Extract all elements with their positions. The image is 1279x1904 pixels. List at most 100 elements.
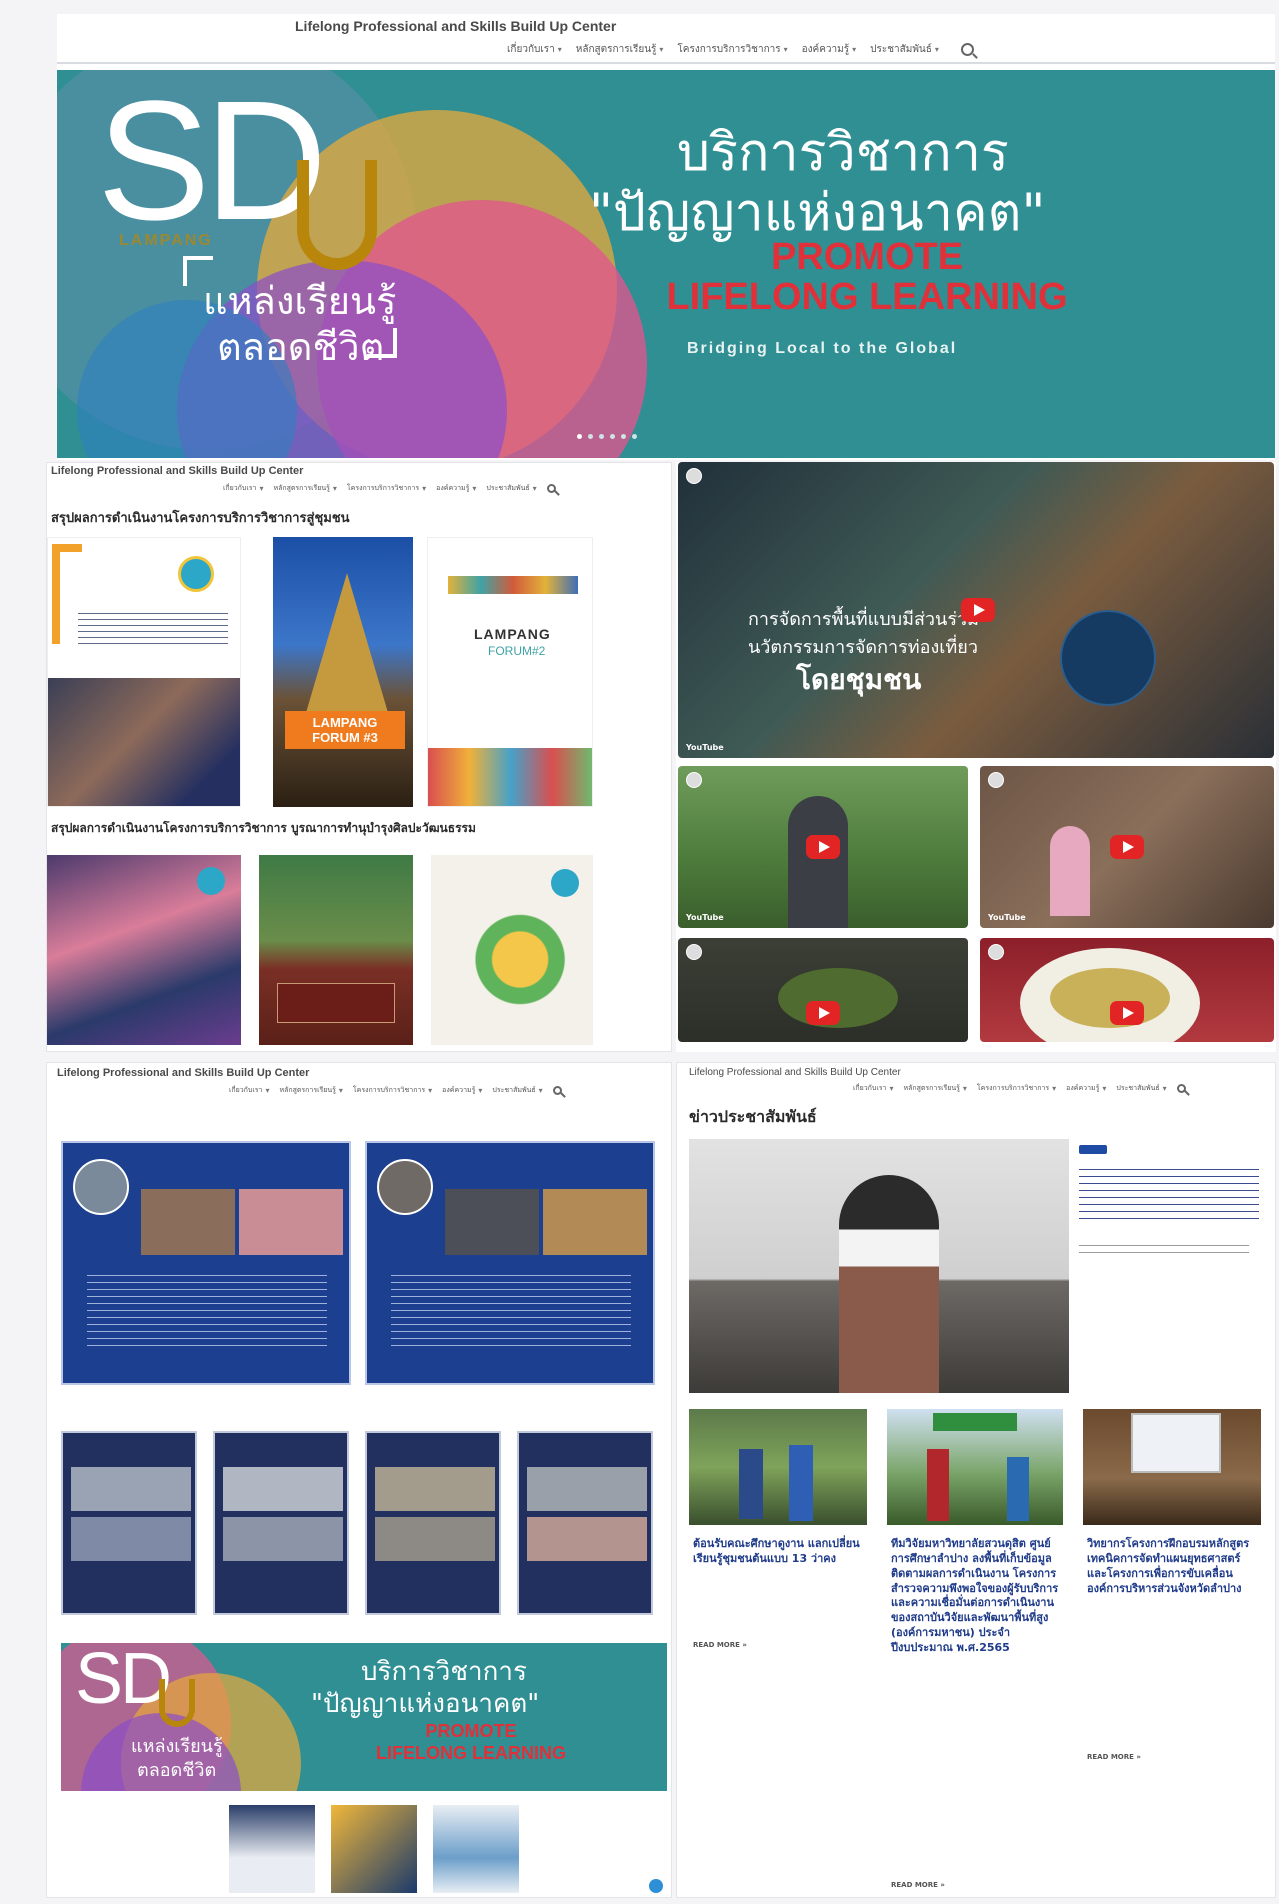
video-thumb-1[interactable]: YouTube [678,766,968,928]
menu-item-about[interactable]: เกี่ยวกับเรา ▾ [507,42,562,57]
bottom-thumb-1[interactable] [229,1805,315,1893]
news-card-photo-2[interactable] [887,1409,1063,1525]
menu-item-knowledge[interactable]: องค์ความรู้ ▾ [442,1085,482,1096]
menu-item-courses[interactable]: หลักสูตรการเรียนรู้ ▾ [273,483,336,494]
news-card-title-3[interactable]: วิทยากรโครงการฝึกอบรมหลักสูตรเทคนิคการจั… [1087,1537,1257,1596]
poster-photo [445,1189,539,1255]
search-icon[interactable] [546,484,556,493]
menu-item-news[interactable]: ประชาสัมพันธ์ ▾ [1116,1083,1166,1094]
poster-small-3[interactable] [365,1431,501,1615]
menu-label: ประชาสัมพันธ์ [1116,1085,1160,1092]
site-title[interactable]: Lifelong Professional and Skills Build U… [51,465,303,477]
news-card-title-2[interactable]: ทีมวิจัยมหาวิทยาลัยสวนดุสิต ศูนย์การศึกษ… [891,1537,1059,1656]
menu-item-courses[interactable]: หลักสูตรการเรียนรู้ ▾ [279,1085,342,1096]
news-section-title: ข่าวประชาสัมพันธ์ [689,1107,817,1126]
featured-news-photo[interactable] [689,1139,1069,1393]
play-icon[interactable] [1110,1000,1144,1025]
poster-photo [71,1467,191,1511]
channel-avatar[interactable] [988,944,1004,960]
menu-item-courses[interactable]: หลักสูตรการเรียนรู้ ▾ [903,1083,966,1094]
youtube-logo[interactable]: YouTube [988,913,1026,922]
carousel-dots[interactable] [577,434,637,439]
video-thumb-3[interactable] [678,938,968,1042]
carousel-dot[interactable] [621,434,626,439]
menu-item-news[interactable]: ประชาสัมพันธ์ ▾ [486,483,536,494]
culture-photo-1[interactable] [47,855,241,1045]
bottom-thumb-3[interactable] [433,1805,519,1893]
poster-small-4[interactable] [517,1431,653,1615]
search-icon[interactable] [1176,1084,1186,1093]
site-title[interactable]: Lifelong Professional and Skills Build U… [689,1067,901,1078]
caption-line-3: โดยชุมชน [796,663,922,696]
poster-small-1[interactable] [61,1431,197,1615]
chevron-down-icon: ▾ [962,1084,967,1093]
carousel-dot[interactable] [610,434,615,439]
menu-item-knowledge[interactable]: องค์ความรู้ ▾ [436,483,476,494]
menu-item-about[interactable]: เกี่ยวกับเรา ▾ [229,1085,269,1096]
poster-photo [239,1189,343,1255]
play-icon[interactable] [1110,835,1144,859]
menu-label: หลักสูตรการเรียนรู้ [575,44,657,55]
read-more-link-3[interactable]: READ MORE » [1087,1753,1141,1761]
menu-item-projects[interactable]: โครงการบริการวิชาการ ▾ [677,42,787,57]
menu-item-knowledge[interactable]: องค์ความรู้ ▾ [1066,1083,1106,1094]
menu-item-news[interactable]: ประชาสัมพันธ์ ▾ [870,42,939,57]
youtube-logo[interactable]: YouTube [686,743,724,752]
seal-icon [551,869,579,897]
channel-avatar[interactable] [686,468,702,484]
culture-photo-2[interactable] [259,855,413,1045]
channel-avatar[interactable] [686,944,702,960]
menu-item-projects[interactable]: โครงการบริการวิชาการ ▾ [353,1085,432,1096]
menu-item-news[interactable]: ประชาสัมพันธ์ ▾ [492,1085,542,1096]
poster-photo [141,1189,235,1255]
carousel-dot[interactable] [632,434,637,439]
culture-photo-3[interactable] [431,855,593,1045]
project-thumb-forum3[interactable]: LAMPANG FORUM #3 [273,537,413,807]
carousel-dot[interactable] [588,434,593,439]
main-video[interactable]: การจัดการพื้นที่แบบมีส่วนร่วม นวัตกรรมกา… [678,462,1274,758]
read-more-link-1[interactable]: READ MORE » [693,1641,747,1649]
news-card-photo-1[interactable] [689,1409,867,1525]
chat-icon[interactable] [649,1879,663,1893]
main-menu: เกี่ยวกับเรา ▾ หลักสูตรการเรียนรู้ ▾ โครงก… [223,483,556,494]
menu-item-knowledge[interactable]: องค์ความรู้ ▾ [802,42,856,57]
poster-large-2[interactable] [365,1141,655,1385]
channel-avatar[interactable] [686,772,702,788]
caption-box [277,983,395,1023]
news-card-photo-3[interactable] [1083,1409,1261,1525]
hero-banner: SD LAMPANG แหล่งเรียนรู้ ตลอดชีวิต บริกา… [57,70,1275,458]
carousel-dot[interactable] [599,434,604,439]
bottom-thumb-2[interactable] [331,1805,417,1893]
person-silhouette [788,796,848,928]
video-thumb-2[interactable]: YouTube [980,766,1274,928]
channel-avatar[interactable] [988,772,1004,788]
news-card-title-1[interactable]: ต้อนรับคณะศึกษาดูงาน แลกเปลี่ยนเรียนรู้ช… [693,1537,863,1567]
poster-small-2[interactable] [213,1431,349,1615]
menu-item-about[interactable]: เกี่ยวกับเรา ▾ [223,483,263,494]
poster-photo [223,1517,343,1561]
play-icon[interactable] [961,598,995,622]
site-title[interactable]: Lifelong Professional and Skills Build U… [57,1067,309,1079]
video-thumb-4[interactable] [980,938,1274,1042]
play-icon[interactable] [806,835,840,859]
menu-item-about[interactable]: เกี่ยวกับเรา ▾ [853,1083,893,1094]
poster-photo [527,1517,647,1561]
project-thumb-forum2[interactable]: LAMPANG FORUM#2 [427,537,593,807]
play-icon[interactable] [806,1000,840,1025]
youtube-logo[interactable]: YouTube [686,913,724,922]
search-icon[interactable] [552,1086,562,1095]
project-photo [48,678,240,806]
chevron-down-icon: ▾ [259,484,264,493]
menu-item-projects[interactable]: โครงการบริการวิชาการ ▾ [977,1083,1056,1094]
carousel-dot[interactable] [577,434,582,439]
poster-large-1[interactable] [61,1141,351,1385]
menu-item-projects[interactable]: โครงการบริการวิชาการ ▾ [347,483,426,494]
mini-promo-2: LIFELONG LEARNING [376,1743,566,1763]
site-title[interactable]: Lifelong Professional and Skills Build U… [295,18,616,34]
menu-item-courses[interactable]: หลักสูตรการเรียนรู้ ▾ [576,42,664,57]
news-category-badge[interactable] [1079,1145,1107,1154]
read-more-link-2[interactable]: READ MORE » [891,1881,945,1889]
search-icon[interactable] [960,43,974,56]
poster-text [391,1269,631,1349]
project-thumb-report[interactable] [47,537,241,807]
